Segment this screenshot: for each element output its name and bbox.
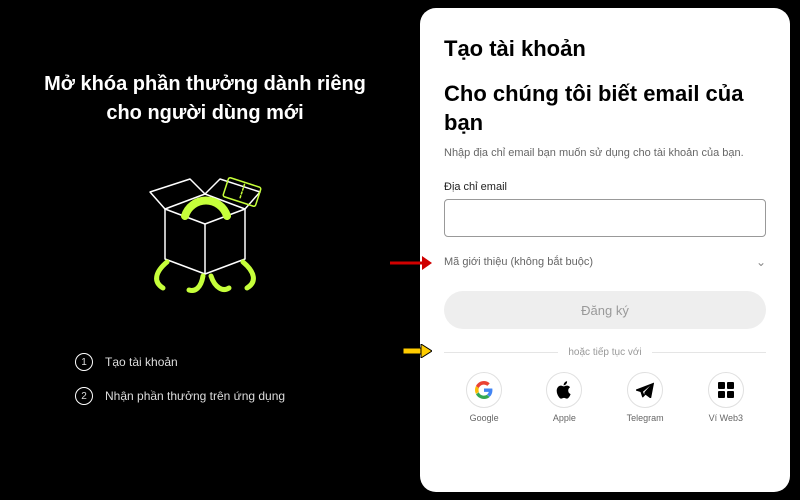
apple-icon bbox=[546, 372, 582, 408]
onboarding-steps: 1 Tạo tài khoản 2 Nhận phần thưởng trên … bbox=[75, 353, 335, 405]
google-icon bbox=[466, 372, 502, 408]
divider-text: hoặc tiếp tục với bbox=[568, 347, 641, 358]
social-google-button[interactable]: Google bbox=[466, 372, 502, 423]
step-item: 1 Tạo tài khoản bbox=[75, 353, 335, 371]
email-label: Địa chỉ email bbox=[444, 181, 766, 193]
annotation-arrow-red bbox=[388, 254, 432, 272]
card-question: Cho chúng tôi biết email của bạn bbox=[444, 80, 766, 137]
step-number: 2 bbox=[75, 387, 93, 405]
annotation-arrow-yellow bbox=[402, 344, 432, 358]
card-heading: Tạo tài khoản bbox=[444, 36, 766, 62]
social-label: Google bbox=[470, 413, 499, 423]
step-number: 1 bbox=[75, 353, 93, 371]
promo-title: Mở khóa phần thưởng dành riêng cho người… bbox=[25, 70, 385, 128]
step-label: Nhận phần thưởng trên ứng dụng bbox=[105, 389, 285, 403]
gift-box-icon bbox=[115, 154, 295, 304]
social-divider: hoặc tiếp tục với bbox=[444, 347, 766, 358]
social-apple-button[interactable]: Apple bbox=[546, 372, 582, 423]
social-label: Telegram bbox=[627, 413, 664, 423]
step-label: Tạo tài khoản bbox=[105, 355, 178, 369]
social-label: Ví Web3 bbox=[709, 413, 743, 423]
referral-toggle[interactable]: Mã giới thiệu (không bắt buộc) ⌄ bbox=[444, 255, 766, 269]
step-item: 2 Nhận phần thưởng trên ứng dụng bbox=[75, 387, 335, 405]
email-input[interactable] bbox=[444, 199, 766, 237]
social-login-row: Google Apple Telegram bbox=[444, 372, 766, 423]
signup-card: Tạo tài khoản Cho chúng tôi biết email c… bbox=[420, 8, 790, 492]
promo-panel: Mở khóa phần thưởng dành riêng cho người… bbox=[0, 0, 410, 500]
chevron-down-icon: ⌄ bbox=[756, 255, 766, 269]
signup-button[interactable]: Đăng ký bbox=[444, 291, 766, 329]
card-helper-text: Nhập địa chỉ email bạn muốn sử dụng cho … bbox=[444, 147, 766, 159]
social-label: Apple bbox=[553, 413, 576, 423]
divider-line bbox=[444, 352, 558, 353]
referral-label: Mã giới thiệu (không bắt buộc) bbox=[444, 256, 593, 268]
social-web3-button[interactable]: Ví Web3 bbox=[708, 372, 744, 423]
social-telegram-button[interactable]: Telegram bbox=[627, 372, 664, 423]
telegram-icon bbox=[627, 372, 663, 408]
divider-line bbox=[652, 352, 766, 353]
web3-wallet-icon bbox=[708, 372, 744, 408]
